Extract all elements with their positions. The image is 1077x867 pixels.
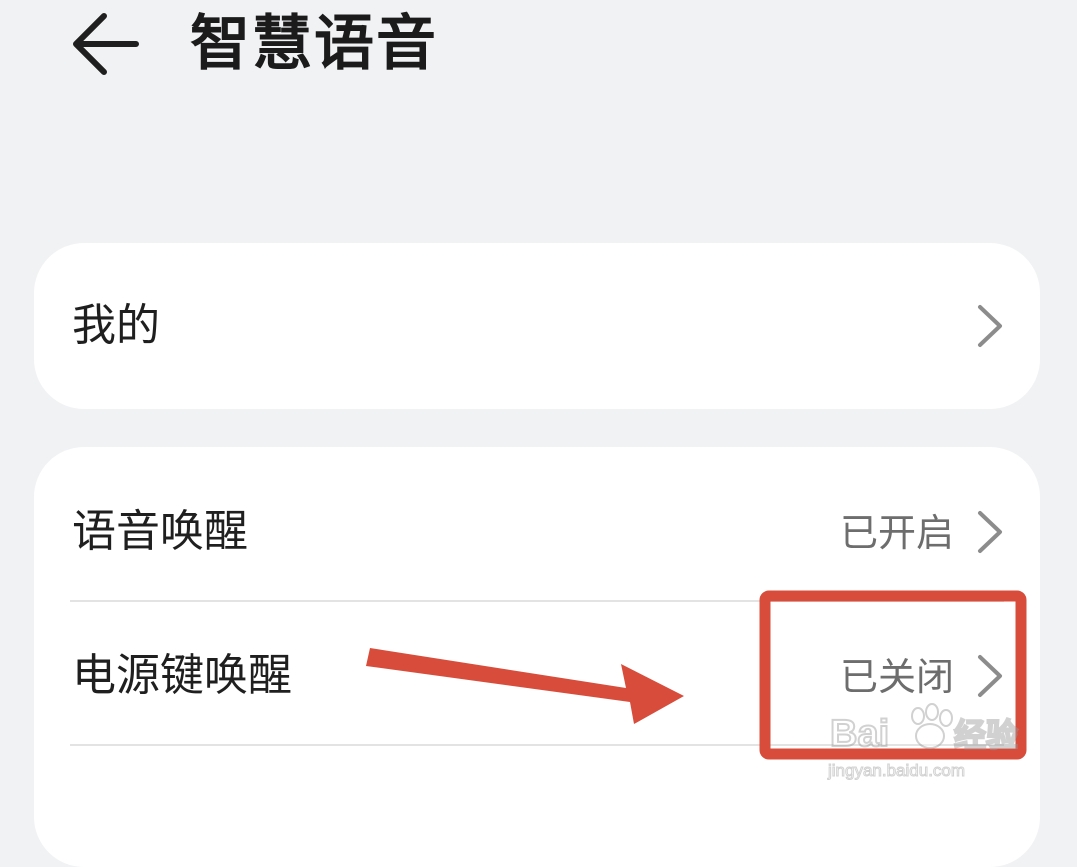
baidu-paw-icon: Bai 经验 jingyan.baidu.com <box>827 703 1019 781</box>
chevron-right-icon <box>978 305 1002 347</box>
svg-text:经验: 经验 <box>954 716 1018 754</box>
back-button[interactable] <box>66 10 142 78</box>
watermark: Bai 经验 jingyan.baidu.com <box>826 690 1036 784</box>
page-title: 智慧语音 <box>190 9 438 79</box>
settings-item-label: 电源键唤醒 <box>72 650 292 701</box>
svg-text:Bai: Bai <box>830 713 889 755</box>
scrolled-text-fragment <box>495 104 585 138</box>
settings-item-label: 我的 <box>72 300 160 351</box>
chevron-right-icon <box>978 511 1002 553</box>
top-app-bar: 智慧语音 <box>0 0 1077 100</box>
status-value: 已开启 <box>839 511 954 555</box>
mine-card: 我的 <box>34 243 1040 409</box>
arrow-left-icon <box>73 13 139 75</box>
settings-item-label: 语音唤醒 <box>72 506 248 557</box>
svg-text:jingyan.baidu.com: jingyan.baidu.com <box>827 761 965 780</box>
settings-item-voice-wake[interactable]: 语音唤醒 已开启 <box>34 447 1040 601</box>
wake-settings-card: 语音唤醒 已开启 电源键唤醒 已关闭 <box>34 447 1040 867</box>
settings-item-mine[interactable]: 我的 <box>34 243 1040 409</box>
